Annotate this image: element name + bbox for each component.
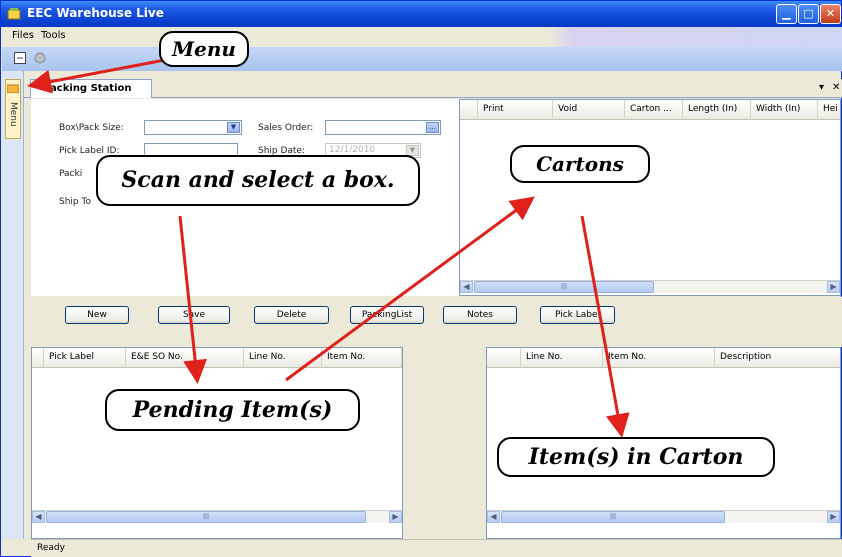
col-line-no[interactable]: Line No. <box>244 348 322 368</box>
action-button-row: New Save Delete PackingList Notes Pick L… <box>31 297 842 347</box>
notes-button[interactable]: Notes <box>443 306 517 324</box>
scroll-right-icon[interactable]: ▶ <box>827 511 840 523</box>
scroll-thumb[interactable]: ||| <box>46 511 366 523</box>
callout-in-carton: Item(s) in Carton <box>497 437 775 477</box>
tab-packing-station[interactable]: Packing Station <box>30 79 152 98</box>
save-button[interactable]: Save <box>158 306 230 324</box>
col-height[interactable]: Hei <box>818 100 840 120</box>
folder-icon <box>7 84 19 93</box>
col-length[interactable]: Length (In) <box>683 100 751 120</box>
box-pack-size-label: Box\Pack Size: <box>59 123 124 133</box>
col-width[interactable]: Width (In) <box>751 100 818 120</box>
callout-menu: Menu <box>159 31 249 67</box>
tab-dropdown-icon[interactable]: ▾ <box>819 82 824 93</box>
row-selector-header <box>487 348 521 368</box>
scroll-thumb[interactable]: ||| <box>474 281 654 293</box>
pending-grid-header: Pick Label E&E SO No. Line No. Item No. <box>32 348 402 368</box>
col-item-no[interactable]: Item No. <box>322 348 402 368</box>
toolbar <box>2 47 842 71</box>
row-selector-header <box>32 348 44 368</box>
window-title: EEC Warehouse Live <box>27 6 164 20</box>
col-carton[interactable]: Carton ... <box>625 100 683 120</box>
scroll-right-icon[interactable]: ▶ <box>389 511 402 523</box>
col-void[interactable]: Void <box>553 100 625 120</box>
close-button[interactable]: ✕ <box>820 4 841 24</box>
col-item-no[interactable]: Item No. <box>603 348 715 368</box>
status-bar: Ready <box>31 539 842 557</box>
carton-items-hscrollbar[interactable]: ◀ ||| ▶ <box>487 510 840 523</box>
sidebar: Menu <box>2 71 24 539</box>
tab-close-icon[interactable]: ✕ <box>832 82 840 93</box>
ellipsis-icon[interactable]: … <box>426 122 439 133</box>
callout-cartons: Cartons <box>510 145 650 183</box>
sales-order-label: Sales Order: <box>258 123 314 133</box>
packing-label: Packi <box>59 169 83 179</box>
cartons-grid[interactable]: Print Void Carton ... Length (In) Width … <box>459 99 841 296</box>
pick-label-button[interactable]: Pick Label <box>540 306 615 324</box>
col-pick-label[interactable]: Pick Label <box>44 348 126 368</box>
delete-button[interactable]: Delete <box>254 306 329 324</box>
window-list-icon[interactable] <box>14 52 26 64</box>
document-tab-strip: Packing Station ▾ ✕ <box>24 79 842 98</box>
scroll-thumb[interactable]: ||| <box>501 511 725 523</box>
scroll-left-icon[interactable]: ◀ <box>487 511 500 523</box>
box-pack-size-select[interactable]: ▼ <box>144 120 242 135</box>
menu-bar: Files Tools <box>2 27 842 47</box>
col-so-no[interactable]: E&E SO No. <box>126 348 244 368</box>
app-icon <box>7 8 21 20</box>
new-button[interactable]: New <box>65 306 129 324</box>
col-description[interactable]: Description <box>715 348 840 368</box>
menu-tools[interactable]: Tools <box>41 30 66 41</box>
col-print[interactable]: Print <box>478 100 553 120</box>
callout-scan: Scan and select a box. <box>96 155 420 206</box>
scroll-right-icon[interactable]: ▶ <box>827 281 840 293</box>
sales-order-field[interactable]: … <box>325 120 441 135</box>
packing-list-button[interactable]: PackingList <box>350 306 424 324</box>
row-selector-header <box>460 100 478 120</box>
callout-pending: Pending Item(s) <box>105 389 360 431</box>
ship-to-label: Ship To <box>59 197 91 207</box>
maximize-button[interactable]: □ <box>798 4 819 24</box>
minimize-button[interactable]: ▁ <box>776 4 797 24</box>
chevron-down-icon[interactable]: ▼ <box>227 122 240 133</box>
ship-date-value: 12/1/2010 <box>329 145 376 155</box>
menu-files[interactable]: Files <box>12 30 34 41</box>
scroll-left-icon[interactable]: ◀ <box>32 511 45 523</box>
cartons-grid-header: Print Void Carton ... Length (In) Width … <box>460 100 840 120</box>
pending-items-grid[interactable]: Pick Label E&E SO No. Line No. Item No. … <box>31 347 403 539</box>
sidebar-menu-label: Menu <box>8 102 18 127</box>
pending-hscrollbar[interactable]: ◀ ||| ▶ <box>32 510 402 523</box>
col-line-no[interactable]: Line No. <box>521 348 603 368</box>
carton-items-grid-header: Line No. Item No. Description <box>487 348 840 368</box>
sidebar-menu-tab[interactable]: Menu <box>5 79 21 139</box>
title-bar[interactable]: EEC Warehouse Live ▁ □ ✕ <box>1 1 841 27</box>
cartons-hscrollbar[interactable]: ◀ ||| ▶ <box>460 280 840 293</box>
scroll-left-icon[interactable]: ◀ <box>460 281 473 293</box>
refresh-icon[interactable] <box>34 52 46 64</box>
